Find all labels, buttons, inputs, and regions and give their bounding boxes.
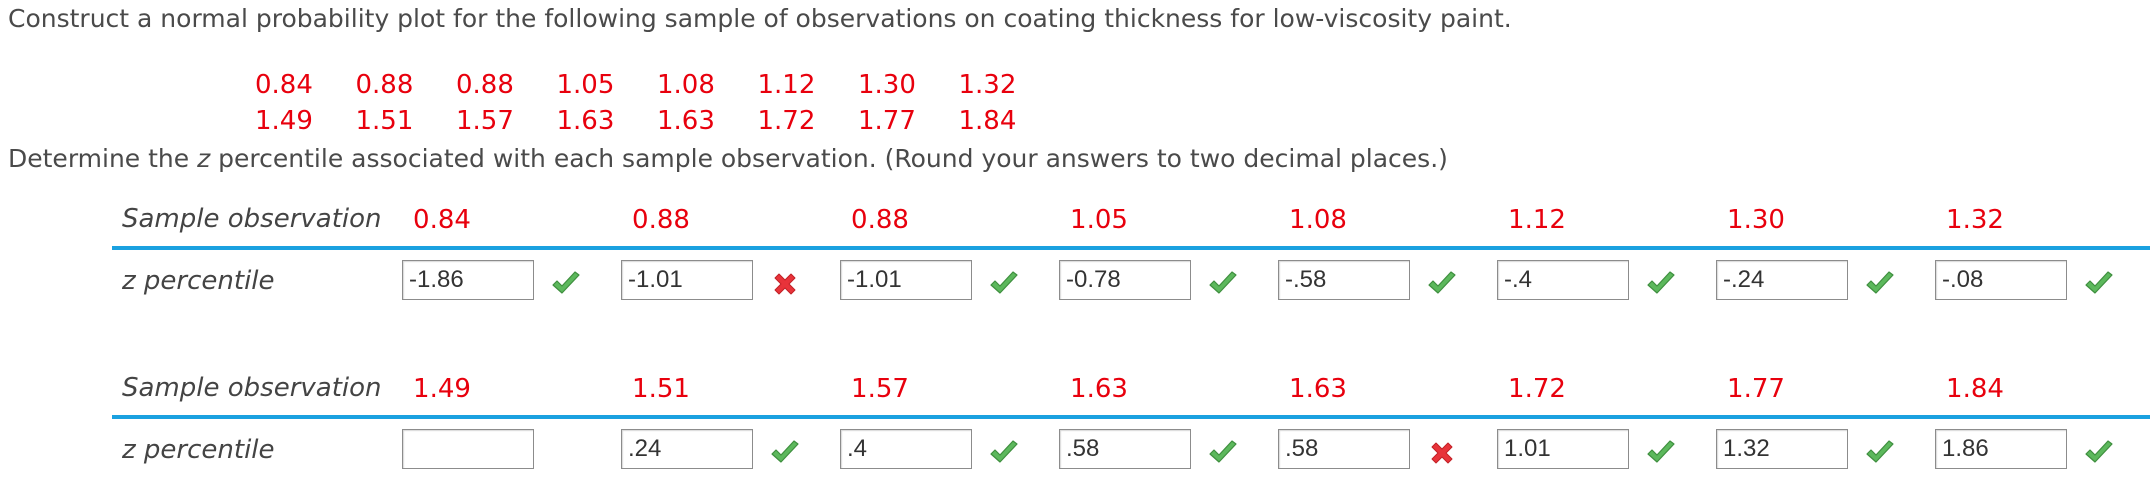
check-icon (988, 437, 1020, 469)
dataset-value: 1.49 (255, 106, 313, 136)
observation-value: 1.51 (632, 374, 690, 404)
instruction-text: percentile associated with each sample o… (210, 144, 1448, 173)
dataset-value: 0.88 (355, 70, 414, 100)
z-percentile-row-label: z percentile (122, 266, 275, 296)
dataset-value: 0.84 (255, 70, 313, 100)
cross-icon (769, 268, 801, 300)
observation-row-label: Sample observation (122, 204, 382, 234)
dataset-value: 1.63 (556, 106, 615, 136)
check-icon (2083, 268, 2115, 300)
observation-value: 0.88 (851, 205, 909, 235)
problem-statement: Construct a normal probability plot for … (8, 4, 1512, 33)
answer-table-2: Sample observation 1.49 1.51 1.57 1.63 1… (112, 369, 2150, 479)
observation-row-label: Sample observation (122, 373, 382, 403)
observation-value: 1.30 (1727, 205, 1785, 235)
cross-icon (1426, 437, 1458, 469)
dataset-value: 1.30 (858, 70, 916, 100)
dataset-value: 1.77 (858, 106, 916, 136)
check-icon (1864, 437, 1896, 469)
answer-cell: .24 (621, 429, 835, 473)
check-icon (1207, 268, 1239, 300)
z-percentile-input[interactable]: -1.01 (621, 260, 753, 300)
status-placeholder (550, 437, 582, 469)
observation-value: 1.32 (1946, 205, 2004, 235)
observation-value: 1.05 (1070, 205, 1128, 235)
observation-value: 1.77 (1727, 374, 1785, 404)
dataset-value: 1.57 (456, 106, 514, 136)
dataset-value: 1.05 (556, 70, 615, 100)
instruction-text: Determine the (8, 144, 198, 173)
answer-cell: -1.86 (402, 260, 616, 304)
z-percentile-input[interactable]: -.58 (1278, 260, 1410, 300)
answer-cell: -0.78 (1059, 260, 1273, 304)
instruction: Determine the z percentile associated wi… (8, 144, 1448, 173)
z-percentile-input[interactable]: -1.01 (840, 260, 972, 300)
dataset-row-2: 1.49 1.51 1.57 1.63 1.63 1.72 1.77 1.84 (255, 106, 1059, 136)
z-percentile-input[interactable]: 1.01 (1497, 429, 1629, 469)
instruction-variable: z (197, 144, 211, 173)
answer-cell: -.24 (1716, 260, 1930, 304)
dataset-value: 1.63 (657, 106, 715, 136)
z-percentile-row: z percentile -1.86 -1.01 -1.01 -0.78 -.5… (112, 250, 2150, 310)
z-percentile-input[interactable] (402, 429, 534, 469)
check-icon (1426, 268, 1458, 300)
dataset-value: 0.88 (456, 70, 514, 100)
z-percentile-input[interactable]: .58 (1059, 429, 1191, 469)
observation-value: 1.72 (1508, 374, 1566, 404)
answer-cell: -.58 (1278, 260, 1492, 304)
answer-cell: -1.01 (621, 260, 835, 304)
z-percentile-input[interactable]: -1.86 (402, 260, 534, 300)
z-percentile-input[interactable]: 1.32 (1716, 429, 1848, 469)
dataset-value: 1.12 (757, 70, 816, 100)
answer-cell (402, 429, 616, 473)
check-icon (1864, 268, 1896, 300)
answer-cell: -.08 (1935, 260, 2149, 304)
check-icon (769, 437, 801, 469)
z-percentile-row-label: z percentile (122, 435, 275, 465)
z-percentile-input[interactable]: -0.78 (1059, 260, 1191, 300)
z-percentile-input[interactable]: -.24 (1716, 260, 1848, 300)
z-percentile-input[interactable]: -.4 (1497, 260, 1629, 300)
answer-cell: .58 (1278, 429, 1492, 473)
dataset-value: 1.08 (657, 70, 715, 100)
z-percentile-input[interactable]: .4 (840, 429, 972, 469)
observation-value: 0.84 (413, 205, 471, 235)
answer-cell: 1.86 (1935, 429, 2149, 473)
answer-cell: -.4 (1497, 260, 1711, 304)
observation-value: 1.84 (1946, 374, 2004, 404)
check-icon (1645, 268, 1677, 300)
answer-table-1: Sample observation 0.84 0.88 0.88 1.05 1… (112, 200, 2150, 310)
dataset-value: 1.84 (958, 106, 1017, 136)
z-percentile-input[interactable]: 1.86 (1935, 429, 2067, 469)
observation-value: 0.88 (632, 205, 690, 235)
check-icon (988, 268, 1020, 300)
answer-cell: .4 (840, 429, 1054, 473)
z-percentile-input[interactable]: .24 (621, 429, 753, 469)
answer-cell: 1.01 (1497, 429, 1711, 473)
dataset-value: 1.51 (355, 106, 414, 136)
observation-value: 1.63 (1070, 374, 1128, 404)
observation-row: Sample observation 1.49 1.51 1.57 1.63 1… (112, 369, 2150, 419)
observation-value: 1.63 (1289, 374, 1347, 404)
check-icon (1645, 437, 1677, 469)
answer-cell: -1.01 (840, 260, 1054, 304)
answer-cell: .58 (1059, 429, 1273, 473)
check-icon (1207, 437, 1239, 469)
observation-value: 1.08 (1289, 205, 1347, 235)
observation-value: 1.12 (1508, 205, 1566, 235)
check-icon (550, 268, 582, 300)
z-percentile-input[interactable]: .58 (1278, 429, 1410, 469)
dataset-value: 1.32 (958, 70, 1017, 100)
z-percentile-input[interactable]: -.08 (1935, 260, 2067, 300)
observation-value: 1.57 (851, 374, 909, 404)
answer-cell: 1.32 (1716, 429, 1930, 473)
check-icon (2083, 437, 2115, 469)
dataset-row-1: 0.84 0.88 0.88 1.05 1.08 1.12 1.30 1.32 (255, 70, 1059, 100)
dataset-value: 1.72 (757, 106, 816, 136)
observation-value: 1.49 (413, 374, 471, 404)
z-percentile-row: z percentile .24 .4 .58 .58 1.01 1.32 1.… (112, 419, 2150, 479)
observation-row: Sample observation 0.84 0.88 0.88 1.05 1… (112, 200, 2150, 250)
